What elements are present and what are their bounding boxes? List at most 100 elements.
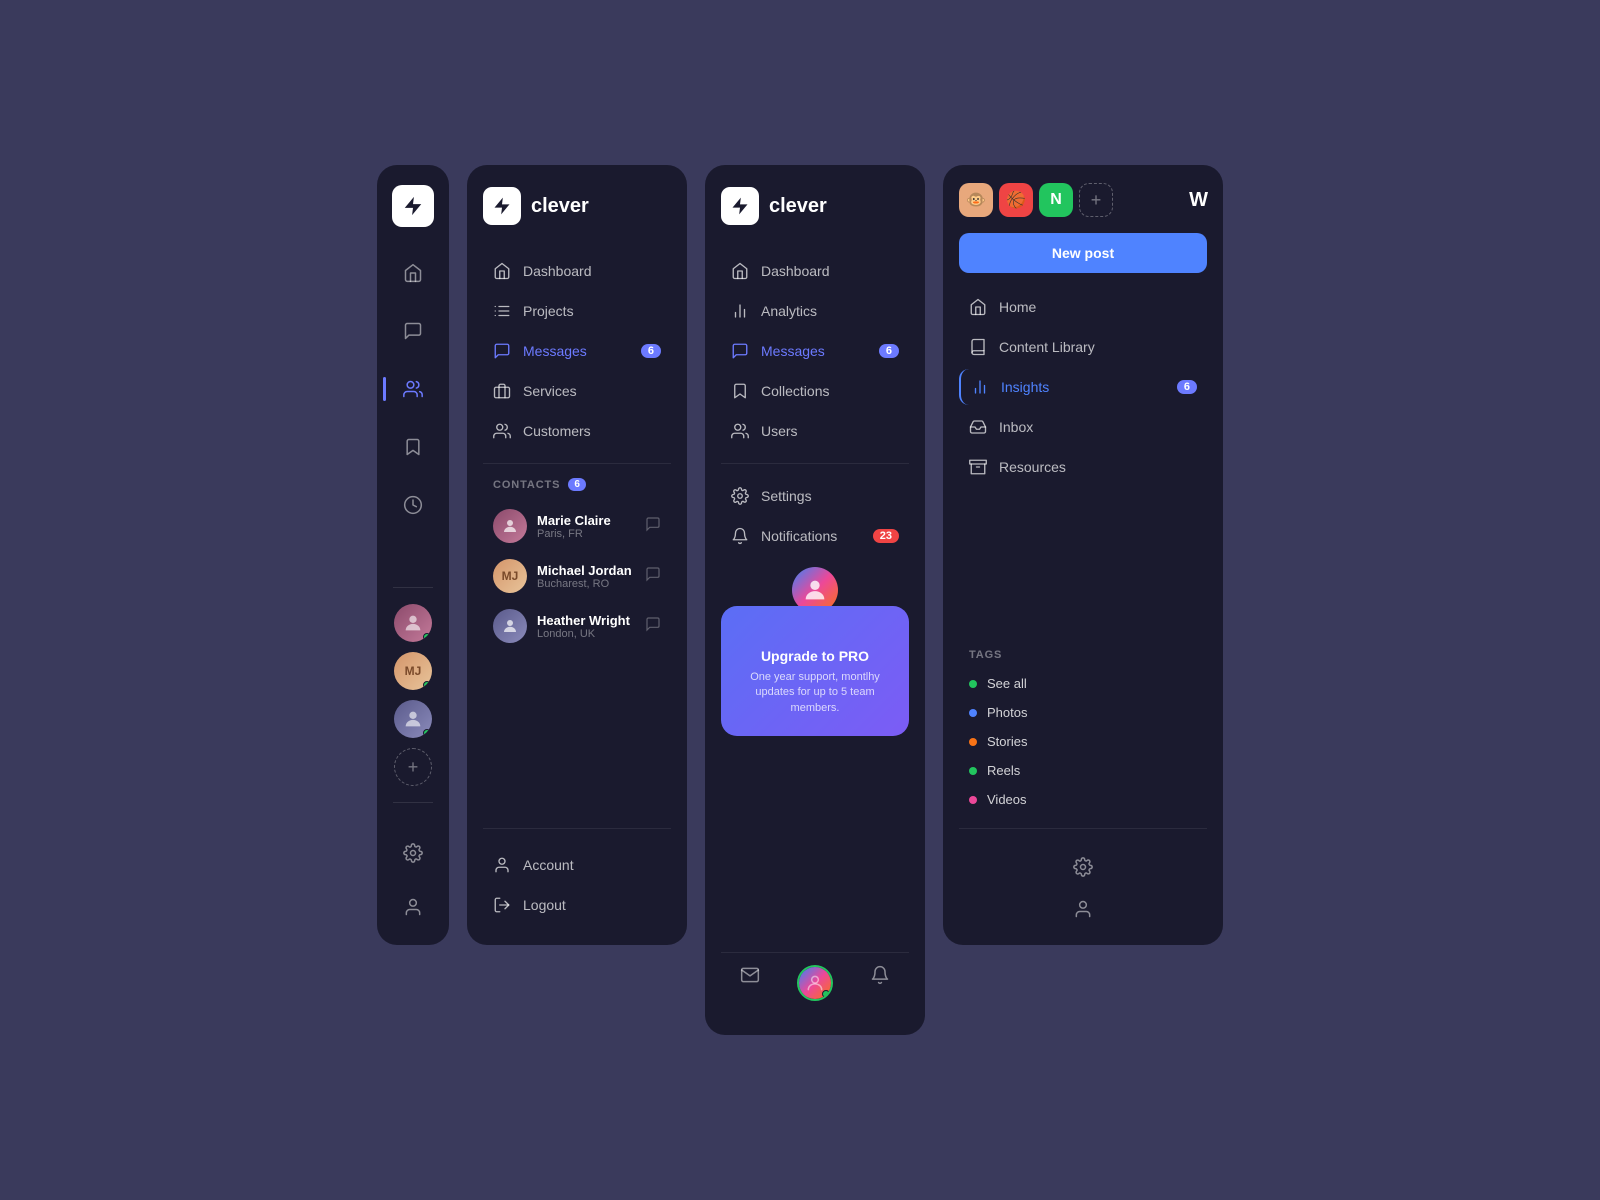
p4-nav-home[interactable]: Home [959, 289, 1207, 325]
nav-label: Resources [999, 459, 1066, 475]
panel-clever-nav: clever Dashboard Projects Messages 6 Ser… [467, 165, 687, 945]
bottom-nav: Account Logout [483, 814, 671, 923]
contact-avatar-1[interactable] [394, 604, 432, 642]
message-contact-icon[interactable] [645, 516, 661, 537]
p4-bottom-divider [959, 828, 1207, 829]
tag-see-all[interactable]: See all [959, 669, 1207, 698]
contact-name: Marie Claire [537, 513, 635, 528]
nav-label: Projects [523, 303, 574, 319]
tag-stories[interactable]: Stories [959, 727, 1207, 756]
icon-nav [395, 255, 431, 571]
contact-avatar-michael: MJ [493, 559, 527, 593]
app-icon-dribbble[interactable]: 🏀 [999, 183, 1033, 217]
panel-social-manager: 🐵 🏀 N + W New post Home Content Library … [943, 165, 1223, 945]
clever-logo-3 [721, 187, 759, 225]
contact-avatar-3[interactable] [394, 700, 432, 738]
tag-label: Stories [987, 734, 1027, 749]
add-contact-button[interactable]: + [394, 748, 432, 786]
sidebar-item-bookmarks[interactable] [395, 429, 431, 465]
nav-item-users-3[interactable]: Users [721, 413, 909, 449]
nav-item-messages[interactable]: Messages 6 [483, 333, 671, 369]
bottom-divider [483, 828, 671, 829]
contact-item-marie[interactable]: Marie Claire Paris, FR [483, 501, 671, 551]
online-indicator [423, 633, 431, 641]
contact-location: Bucharest, RO [537, 578, 635, 590]
message-contact-icon-3[interactable] [645, 616, 661, 637]
nav-item-logout[interactable]: Logout [483, 887, 671, 923]
contact-item-michael[interactable]: MJ Michael Jordan Bucharest, RO [483, 551, 671, 601]
add-app-button[interactable]: + [1079, 183, 1113, 217]
nav-label: Analytics [761, 303, 817, 319]
nav-item-services[interactable]: Services [483, 373, 671, 409]
upgrade-title: Upgrade to PRO [737, 648, 893, 664]
nav-item-notifications[interactable]: Notifications 23 [721, 518, 909, 554]
app-icon-notion[interactable]: N [1039, 183, 1073, 217]
tag-photos[interactable]: Photos [959, 698, 1207, 727]
online-indicator-3 [423, 729, 431, 737]
profile-icon-button[interactable] [395, 889, 431, 925]
nav-label: Logout [523, 897, 566, 913]
sidebar-item-messages[interactable] [395, 313, 431, 349]
p4-nav-inbox[interactable]: Inbox [959, 409, 1207, 445]
sidebar-item-home[interactable] [395, 255, 431, 291]
insights-badge: 6 [1177, 380, 1197, 394]
tag-dot-photos [969, 709, 977, 717]
nav-item-messages-3[interactable]: Messages 6 [721, 333, 909, 369]
nav-item-customers[interactable]: Customers [483, 413, 671, 449]
divider [393, 587, 433, 588]
app-logo [392, 185, 434, 227]
nav-item-analytics[interactable]: Analytics [721, 293, 909, 329]
tag-label: Videos [987, 792, 1027, 807]
contacts-list: Marie Claire Paris, FR MJ Michael Jordan… [483, 501, 671, 651]
upgrade-card[interactable]: Upgrade to PRO One year support, montlhy… [721, 606, 909, 736]
tag-reels[interactable]: Reels [959, 756, 1207, 785]
nav-item-projects[interactable]: Projects [483, 293, 671, 329]
tab-notifications[interactable] [870, 965, 890, 1001]
nav-label: Dashboard [761, 263, 830, 279]
clever-logo [483, 187, 521, 225]
nav-item-dashboard-3[interactable]: Dashboard [721, 253, 909, 289]
message-contact-icon-2[interactable] [645, 566, 661, 587]
avatar-list: MJ + [394, 604, 432, 786]
p4-bottom-actions [959, 814, 1207, 927]
nav-item-dashboard[interactable]: Dashboard [483, 253, 671, 289]
p4-nav-content-library[interactable]: Content Library [959, 329, 1207, 365]
nav-item-settings-3[interactable]: Settings [721, 478, 909, 514]
nav-label: Insights [1001, 379, 1049, 395]
p4-nav-resources[interactable]: Resources [959, 449, 1207, 485]
nav-label: Settings [761, 488, 812, 504]
tags-section-label: TAGS [959, 649, 1207, 661]
contact-avatar-mj[interactable]: MJ [394, 652, 432, 690]
nav-label: Notifications [761, 528, 837, 544]
tag-dot-see-all [969, 680, 977, 688]
tab-email[interactable] [740, 965, 760, 1001]
p4-profile-button[interactable] [959, 891, 1207, 927]
settings-icon-button[interactable] [395, 835, 431, 871]
tag-videos[interactable]: Videos [959, 785, 1207, 814]
logo-w: W [1189, 189, 1207, 212]
panel3-bottom-tabs [721, 952, 909, 1013]
new-post-button[interactable]: New post [959, 233, 1207, 273]
nav-label: Messages [523, 343, 587, 359]
tab-profile-avatar[interactable] [797, 965, 833, 1001]
contact-info-marie: Marie Claire Paris, FR [537, 513, 635, 540]
brand-name: clever [531, 195, 589, 218]
nav-item-account[interactable]: Account [483, 847, 671, 883]
contact-name: Heather Wright [537, 613, 635, 628]
contacts-section-label: CONTACTS [493, 479, 560, 491]
tag-dot-videos [969, 796, 977, 804]
p4-settings-button[interactable] [959, 849, 1207, 885]
tag-label: See all [987, 676, 1027, 691]
section-divider-3 [721, 463, 909, 464]
p4-nav-insights[interactable]: Insights 6 [959, 369, 1207, 405]
contact-avatar-heather [493, 609, 527, 643]
bottom-icons [395, 819, 431, 925]
sidebar-item-users[interactable] [395, 371, 431, 407]
sidebar-item-history[interactable] [395, 487, 431, 523]
app-icon-mailchimp[interactable]: 🐵 [959, 183, 993, 217]
panel3-bottom-nav: Settings Notifications 23 [721, 478, 909, 554]
contact-item-heather[interactable]: Heather Wright London, UK [483, 601, 671, 651]
contacts-count-badge: 6 [568, 478, 586, 491]
nav-item-collections[interactable]: Collections [721, 373, 909, 409]
nav-label: Account [523, 857, 574, 873]
